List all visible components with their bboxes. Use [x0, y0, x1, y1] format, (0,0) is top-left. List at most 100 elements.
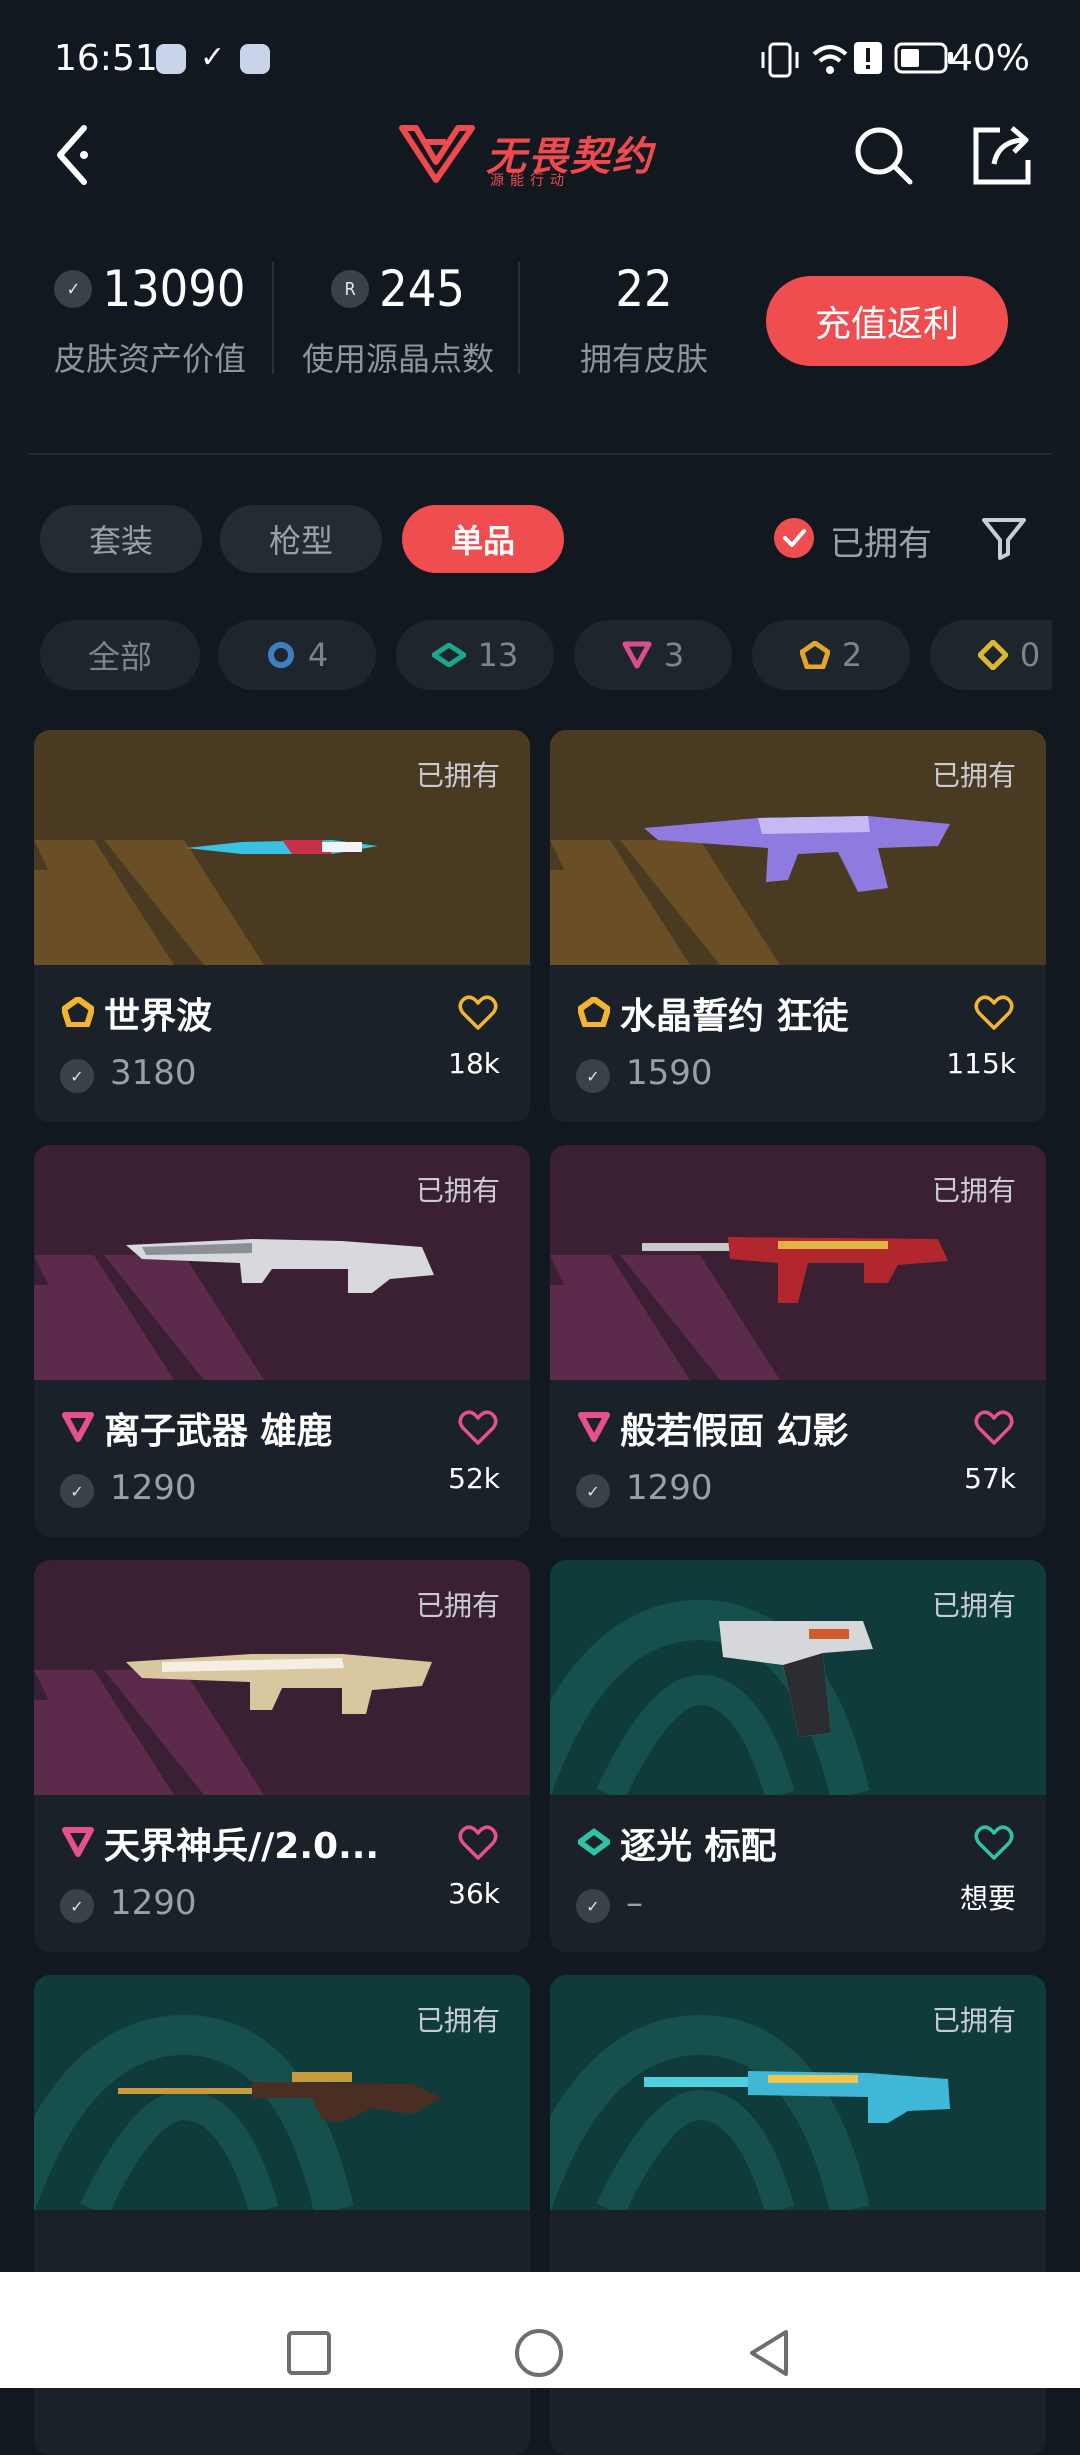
- filter-icon[interactable]: [980, 514, 1028, 562]
- rifle-skin-image: [126, 1238, 434, 1293]
- system-nav-bar: [0, 2272, 1080, 2388]
- owned-tag: 已拥有: [931, 759, 1016, 792]
- status-time: 16:51: [54, 38, 158, 79]
- pistol-skin-image: [719, 1620, 873, 1737]
- owned-checkbox-icon[interactable]: [774, 518, 814, 558]
- heart-icon[interactable]: [458, 995, 498, 1031]
- vp-coin-icon: ✓: [60, 1889, 94, 1923]
- back-arrow-icon[interactable]: [48, 120, 118, 190]
- rarity-chip-all[interactable]: 全部: [40, 620, 200, 690]
- vp-coin-icon: ✓: [60, 1474, 94, 1508]
- phantom-skin-image: [642, 1236, 948, 1303]
- rarity-chip-deluxe[interactable]: 13: [396, 620, 554, 690]
- skin-preview: 已拥有: [550, 730, 1046, 965]
- stat-skin-value: ✓ 13090 皮肤资产价值: [40, 260, 260, 380]
- skin-name: 逐光 标配: [620, 1826, 777, 1867]
- stat-owned-skins: 22 拥有皮肤: [534, 260, 754, 380]
- premium-tier-icon: [62, 1412, 94, 1442]
- likes-count: 115k: [946, 1047, 1016, 1080]
- exclusive-tier-icon: [799, 641, 830, 669]
- heart-icon[interactable]: [974, 1410, 1014, 1446]
- search-icon[interactable]: [852, 124, 914, 186]
- likes-count: 36k: [448, 1877, 500, 1910]
- tab-suits[interactable]: 套装: [40, 505, 202, 573]
- skin-card[interactable]: 已拥有水晶誓约 狂徒 115k ✓ 1590: [550, 730, 1046, 1122]
- select-tier-icon: [267, 642, 294, 668]
- skin-card[interactable]: 已拥有离子武器 雄鹿 52k ✓ 1290: [34, 1145, 530, 1537]
- skin-name: 水晶誓约 狂徒: [620, 996, 849, 1037]
- premium-tier-icon: [622, 641, 652, 669]
- skin-name: 离子武器 雄鹿: [104, 1411, 333, 1452]
- home-icon[interactable]: [514, 2328, 564, 2378]
- skin-card[interactable]: 已拥有 世界波 18k ✓ 3180: [34, 730, 530, 1122]
- skin-price: 1290: [110, 1468, 197, 1508]
- skin-preview: 已拥有: [550, 1975, 1046, 2210]
- skin-preview: 已拥有: [550, 1560, 1046, 1795]
- skin-card[interactable]: 已拥有般若假面 幻影 57k ✓ 1290: [550, 1145, 1046, 1537]
- rarity-chip-select[interactable]: 4: [218, 620, 376, 690]
- vp-coin-icon: ✓: [54, 270, 93, 308]
- skin-price: 3180: [110, 1053, 197, 1093]
- vp-coin-icon: ✓: [576, 1059, 610, 1093]
- skin-price: 1290: [626, 1468, 713, 1508]
- skin-card[interactable]: 已拥有 天界神兵//2.0... 36k ✓ 1290: [34, 1560, 530, 1952]
- likes-count: 想要: [959, 1882, 1016, 1915]
- chip-count: 0: [1019, 636, 1041, 674]
- tab-single-items[interactable]: 单品: [402, 505, 564, 573]
- rarity-filter-row: 全部 4 13 3 2 0: [40, 620, 1052, 690]
- skin-price: –: [626, 1883, 643, 1923]
- likes-count: 57k: [964, 1462, 1016, 1495]
- divider: [28, 453, 1052, 455]
- skin-price: 1590: [626, 1053, 713, 1093]
- battery-icon: [894, 42, 953, 74]
- app-notification-icon: [156, 44, 186, 74]
- skin-preview: 已拥有: [550, 1145, 1046, 1380]
- divider: [272, 262, 274, 374]
- divider: [518, 262, 520, 374]
- stat-value: 245: [379, 260, 465, 318]
- skin-card-info: 世界波 18k ✓ 3180: [34, 965, 530, 1122]
- app-notification-icon: [240, 44, 270, 74]
- radianite-icon: R: [331, 270, 370, 308]
- skin-name: 天界神兵//2.0...: [104, 1826, 380, 1867]
- premium-tier-icon: [578, 1412, 610, 1442]
- vibrate-icon: [761, 42, 799, 78]
- likes-count: 52k: [448, 1462, 500, 1495]
- skin-preview: 已拥有: [34, 730, 530, 965]
- rarity-chip-exclusive[interactable]: 2: [752, 620, 910, 690]
- owned-filter-label[interactable]: 已拥有: [830, 516, 932, 565]
- heart-icon[interactable]: [974, 995, 1014, 1031]
- heart-icon[interactable]: [458, 1410, 498, 1446]
- chip-count: 2: [841, 636, 863, 674]
- logo-subtitle: 源能行动: [490, 173, 570, 189]
- sniper-skin-image: [118, 2071, 442, 2122]
- tab-gun-types[interactable]: 枪型: [220, 505, 382, 573]
- owned-tag: 已拥有: [415, 1589, 500, 1622]
- skin-card-info: 离子武器 雄鹿 52k ✓ 1290: [34, 1380, 530, 1537]
- chip-count: 3: [663, 636, 685, 674]
- exclusive-tier-icon: [62, 997, 94, 1027]
- skin-card-info: 般若假面 幻影 57k ✓ 1290: [550, 1380, 1046, 1537]
- owned-tag: 已拥有: [415, 2004, 500, 2037]
- wifi-icon: [812, 45, 848, 74]
- rifle-skin-image: [126, 1653, 432, 1714]
- vp-coin-icon: ✓: [60, 1059, 94, 1093]
- stat-label: 使用源晶点数: [301, 340, 494, 378]
- share-icon[interactable]: [970, 122, 1036, 188]
- heart-icon[interactable]: [458, 1825, 498, 1861]
- skin-card[interactable]: 已拥有逐光 标配想要 ✓ –: [550, 1560, 1046, 1952]
- rarity-chip-ultra[interactable]: 0: [930, 620, 1052, 690]
- back-nav-icon[interactable]: [746, 2328, 792, 2378]
- owned-tag: 已拥有: [415, 1174, 500, 1207]
- heart-icon[interactable]: [974, 1825, 1014, 1861]
- likes-count: 18k: [448, 1047, 500, 1080]
- recent-apps-icon[interactable]: [286, 2330, 332, 2376]
- vandal-skin-image: [644, 815, 950, 892]
- chip-label: 全部: [87, 638, 152, 676]
- vp-coin-icon: ✓: [576, 1889, 610, 1923]
- owned-tag: 已拥有: [931, 1174, 1016, 1207]
- rarity-chip-premium[interactable]: 3: [574, 620, 732, 690]
- valorant-logo-icon: [399, 125, 475, 183]
- shotgun-skin-image: [644, 2070, 950, 2123]
- recharge-rebate-button[interactable]: 充值返利: [766, 276, 1008, 366]
